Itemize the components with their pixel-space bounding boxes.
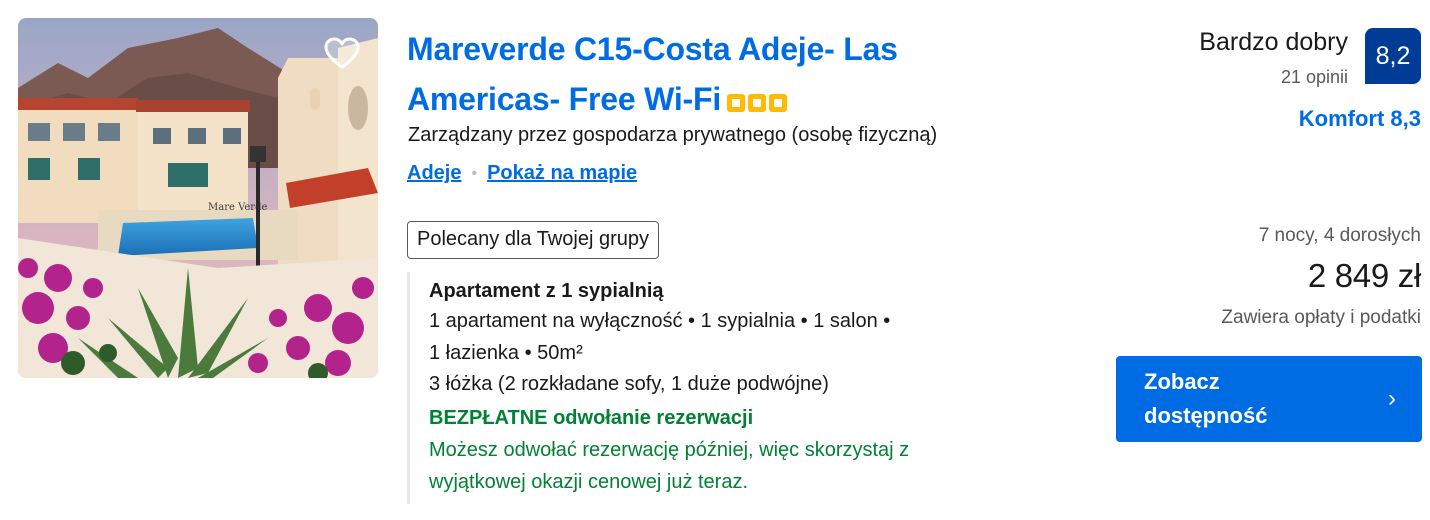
show-on-map-link[interactable]: Pokaż na mapie: [487, 162, 637, 185]
property-title[interactable]: Mareverde C15-Costa Adeje- Las Americas-…: [407, 24, 1047, 124]
host-type-text: Zarządzany przez gospodarza prywatnego (…: [408, 124, 938, 146]
star-rating: [727, 94, 788, 112]
location-row: Adeje • Pokaż na mapie: [407, 162, 637, 185]
taxes-note: Zawiera opłaty i podatki: [1221, 307, 1421, 328]
star-icon: [748, 94, 767, 112]
see-availability-label: Zobacz dostępność: [1144, 369, 1268, 428]
see-availability-button[interactable]: Zobacz dostępność ›: [1116, 356, 1422, 442]
review-count: 21 opinii: [1280, 67, 1348, 87]
room-details-line: 1 łazienka • 50m²: [429, 341, 583, 364]
favorite-button[interactable]: [321, 32, 363, 74]
review-summary[interactable]: Bardzo dobry 21 opinii: [1199, 26, 1348, 88]
price: 2 849 zł: [1307, 257, 1421, 294]
star-icon: [727, 94, 746, 112]
free-cancellation: BEZPŁATNE odwołanie rezerwacji: [429, 406, 754, 429]
heart-icon: [324, 37, 360, 69]
chevron-right-icon: ›: [1388, 385, 1396, 412]
cancellation-note: wyjątkowej okazji cenowej już teraz.: [429, 470, 749, 493]
review-word: Bardzo dobry: [1199, 28, 1348, 56]
star-icon: [769, 94, 788, 112]
room-name: Apartament z 1 sypialnią: [429, 280, 664, 302]
cancellation-note: Możesz odwołać rezerwację później, więc …: [429, 438, 910, 461]
separator-dot: •: [471, 164, 478, 182]
room-details-line: 1 apartament na wyłączność • 1 sypialnia…: [429, 310, 891, 332]
recommendation-badge: Polecany dla Twojej grupy: [407, 221, 659, 259]
review-score-badge[interactable]: 8,2: [1365, 28, 1421, 84]
stay-summary: 7 nocy, 4 dorosłych: [1258, 225, 1421, 246]
room-beds: 3 łóżka (2 rozkładane sofy, 1 duże podwó…: [429, 373, 829, 395]
location-link[interactable]: Adeje: [407, 162, 461, 185]
room-details: Apartament z 1 sypialnią 1 apartament na…: [407, 272, 1027, 504]
property-title-text[interactable]: Mareverde C15-Costa Adeje- Las Americas-…: [407, 31, 898, 117]
property-card: Mare Verde Mareverde C15-Costa Adeje- La…: [0, 0, 1430, 520]
comfort-score: Komfort 8,3: [1298, 106, 1421, 131]
